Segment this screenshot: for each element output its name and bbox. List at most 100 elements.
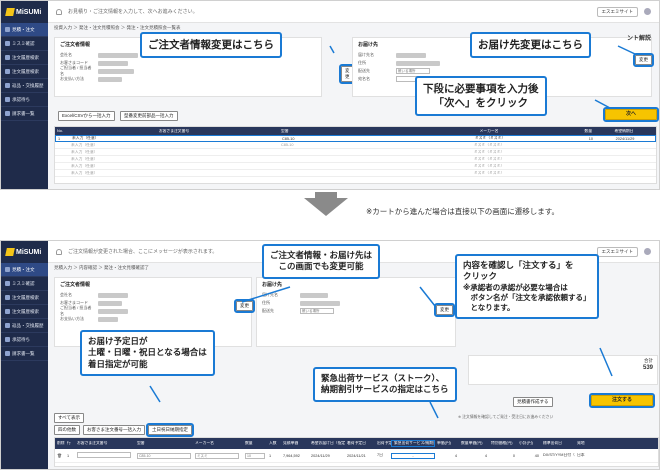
misumi-logo-icon [5, 8, 15, 16]
orderer-row: お客さまコード [55, 59, 321, 67]
history-icon [5, 295, 10, 300]
order-row[interactable]: 1 未入力（任意） C85-10 ミスミ（ミスミ） 10 2024/11/29 [55, 135, 656, 142]
tool-row: 四の他数 お客さま注文番号一括入力 土日祝日納期指定 [54, 423, 194, 437]
delivery-panel-title: お届け先 [262, 282, 283, 288]
sidebar-item-invoices[interactable]: 請求書一覧 [1, 347, 48, 361]
callout-delivery-change: お届け先変更はこちら [470, 32, 591, 59]
callout-orderer-change: ご注文者情報変更はこちら [140, 32, 282, 59]
brand-logo[interactable]: MiSUMi [1, 1, 48, 23]
check-icon [5, 281, 10, 286]
delivery-row: 配送先 帳いる場所 [257, 307, 455, 315]
sidebar-item-misumi-check[interactable]: ミスミ確認 [1, 37, 48, 51]
sidebar-item-misumi-check[interactable]: ミスミ確認 [1, 277, 48, 291]
order-table: No. お客さま注文番号 型番 メーカー名 数量 希望納期日 1 未入力（任意）… [54, 126, 657, 184]
callout-confirm: 内容を確認し「注文する」を クリック ※承認者の承認が必要な場合は ボタン名が「… [455, 254, 599, 320]
total-value: 539 [642, 365, 653, 371]
cart-icon [5, 267, 10, 272]
tab-show-all[interactable]: すべて表示 [54, 413, 85, 423]
delivery-select[interactable]: 帳いる場所 [300, 308, 334, 314]
topbar-message: お見積り・ご注文情報を入力して、次へお進みください。 [68, 9, 198, 15]
redacted-value [98, 308, 128, 314]
order-row-empty[interactable]: 未入力（任意） ミスミ（ミスミ） [55, 163, 656, 170]
order-number-input[interactable] [77, 452, 131, 458]
sidebar-item-history[interactable]: 注文履歴検索 [1, 291, 48, 305]
redacted-value [98, 52, 138, 58]
redacted-value [300, 300, 340, 306]
express-service-cell[interactable]: - [391, 452, 435, 459]
order-row-empty[interactable]: 未入力（任意） ミスミ（ミスミ） [55, 170, 656, 177]
redacted-value [300, 292, 328, 298]
site-switch-button[interactable]: エスエミサイト [596, 6, 638, 17]
topbar: お見積り・ご注文情報を入力して、次へお進みください。 エスエミサイト [48, 1, 659, 23]
down-arrow-icon [304, 198, 348, 216]
orderer-row: ご担当者 / 担当者名 [55, 305, 251, 316]
bell-icon[interactable] [56, 8, 62, 15]
callout-weekend: お届け予定日が 土曜・日曜・祝日となる場合は 着日指定が可能 [80, 330, 215, 377]
delivery-row: 住所 [353, 59, 651, 67]
check-icon [5, 41, 10, 46]
sidebar-item-approval[interactable]: 承認待ち [1, 333, 48, 347]
part-number-input[interactable]: C85-10 [137, 452, 191, 459]
return-icon [5, 323, 10, 328]
approval-icon [5, 337, 10, 342]
delivery-row: 配送先 帳いる場所 [353, 67, 651, 75]
sidebar-item-history-2[interactable]: 注文履歴検索 [1, 305, 48, 319]
quote-button[interactable]: 見積書作成する [513, 397, 553, 407]
order-row-empty[interactable]: 未入力（任意） C85-10 ミスミ（ミスミ） [55, 142, 656, 149]
redacted-value [396, 60, 440, 66]
total-label: 合計 [644, 358, 653, 363]
screenshot-step1: MiSUMi 見積・注文 ミスミ確認 注文履歴検索 注文履歴検索 返品・交換履歴… [0, 0, 660, 190]
weekend-delivery-button[interactable]: 土日祝日納期指定 [146, 423, 194, 437]
history-icon [5, 55, 10, 60]
order-row-empty[interactable]: 未入力（任意） ミスミ（ミスミ） [55, 149, 656, 156]
qty-input[interactable]: 10 [245, 452, 265, 459]
order-button[interactable]: 注文する [589, 393, 655, 408]
help-link[interactable]: ント解説 [627, 33, 651, 42]
orderer-row: お支払い方法 [55, 75, 321, 83]
callout-confirm-note: ※承認者の承認が必要な場合は ボタン名が「注文を承認依頼する」 となります。 [463, 282, 591, 313]
sidebar-item-returns[interactable]: 返品・交換履歴 [1, 319, 48, 333]
order-table: 削除 行 お客さま注文番号 型番 メーカー名 数量 入数 見積単価 希望お届け日… [54, 437, 659, 467]
sidebar-item-invoices[interactable]: 請求書一覧 [1, 107, 48, 121]
sidebar-item-approval[interactable]: 承認待ち [1, 93, 48, 107]
maker-select[interactable]: ミスミ [195, 452, 239, 459]
sidebar-item-history[interactable]: 注文履歴検索 [1, 51, 48, 65]
summary-panel: 合計 539 [468, 355, 658, 385]
delivery-select[interactable]: 帳いる場所 [396, 68, 430, 74]
delivery-change-button[interactable]: 変更 [434, 303, 455, 317]
bulk-input-button[interactable]: 型番変更前部品一括入力 [120, 111, 178, 121]
order-table-header: No. お客さま注文番号 型番 メーカー名 数量 希望納期日 [55, 127, 656, 135]
callout-express: 緊急出荷サービス（ストーク）、 納期割引サービスの指定はこちら [313, 367, 457, 402]
next-button[interactable]: 次へ [603, 107, 659, 122]
user-icon[interactable] [644, 8, 651, 15]
orderer-change-button[interactable]: 変更 [234, 299, 255, 313]
approval-icon [5, 97, 10, 102]
sidebar-item-quote-order[interactable]: 見積・注文 [1, 23, 48, 37]
delivery-row: 届け先名 [257, 291, 455, 299]
tab-bar: すべて表示 [54, 413, 85, 423]
sidebar-item-quote-order[interactable]: 見積・注文 [1, 263, 48, 277]
callout-editable: ご注文者情報・お届け先は この画面でも変更可能 [262, 244, 381, 279]
orderer-row: 会社名 [55, 291, 251, 299]
topbar-message: ご注文情報が変更された場合、ここにメッセージが表示されます。 [68, 249, 218, 255]
redacted-value [98, 76, 122, 82]
delivery-change-button[interactable]: 変更 [633, 53, 654, 67]
footnote: ※ 注文情報を確認してご発注・受注日にお進みください [458, 415, 554, 419]
sidebar-item-returns[interactable]: 返品・交換履歴 [1, 79, 48, 93]
excel-import-button[interactable]: Excel/CSVから一括入力 [58, 111, 115, 121]
order-table-header: 削除 行 お客さま注文番号 型番 メーカー名 数量 入数 見積単価 希望お届け日… [55, 438, 658, 449]
bell-icon[interactable] [56, 248, 62, 255]
tool-prefix[interactable]: 四の他数 [54, 425, 80, 435]
order-row[interactable]: 🗑 1 C85-10 ミスミ 10 1 7,964,592 2024/11/29… [55, 449, 658, 463]
brand-logo[interactable]: MiSUMi [1, 241, 48, 263]
delete-icon[interactable]: 🗑 [55, 453, 65, 458]
site-switch-button[interactable]: エスエミサイト [596, 246, 638, 257]
sidebar-item-history-2[interactable]: 注文履歴検索 [1, 65, 48, 79]
order-row-empty[interactable]: 未入力（任意） ミスミ（ミスミ） [55, 156, 656, 163]
redacted-value [98, 300, 122, 306]
sidebar: MiSUMi 見積・注文 ミスミ確認 注文履歴検索 注文履歴検索 返品・交換履歴… [1, 1, 48, 189]
orderer-panel-title: ご注文者情報 [60, 282, 91, 288]
bulk-order-number-button[interactable]: お客さま注文番号一括入力 [83, 425, 145, 435]
user-icon[interactable] [644, 248, 651, 255]
invoice-icon [5, 351, 10, 356]
